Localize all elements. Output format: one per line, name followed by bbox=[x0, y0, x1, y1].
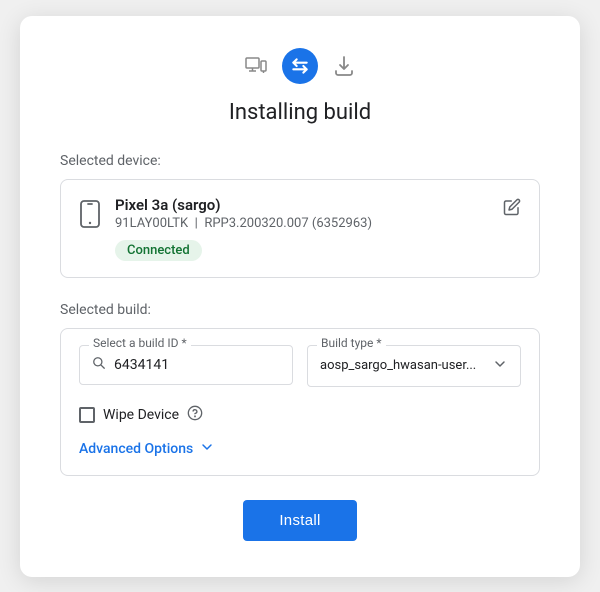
build-type-field[interactable]: Build type * aosp_sargo_hwasan-user... bbox=[307, 345, 521, 387]
build-section-label: Selected build: bbox=[60, 302, 540, 318]
device-separator: | bbox=[191, 216, 204, 231]
device-info: Pixel 3a (sargo) 91LAY00LTK | RPP3.20032… bbox=[115, 196, 489, 261]
wipe-device-row: Wipe Device bbox=[79, 405, 521, 425]
help-icon[interactable] bbox=[187, 405, 203, 425]
advanced-options-label: Advanced Options bbox=[79, 441, 193, 457]
device-section-label: Selected device: bbox=[60, 153, 540, 169]
device-meta: 91LAY00LTK | RPP3.200320.007 (6352963) bbox=[115, 216, 489, 231]
build-id-input[interactable]: 6434141 bbox=[79, 345, 293, 385]
dropdown-icon bbox=[492, 356, 508, 376]
device-build: RPP3.200320.007 (6352963) bbox=[204, 216, 372, 231]
build-type-select[interactable]: aosp_sargo_hwasan-user... bbox=[307, 345, 521, 387]
chevron-down-icon bbox=[199, 439, 215, 459]
installing-build-dialog: Installing build Selected device: Pixel … bbox=[20, 16, 580, 577]
phone-icon bbox=[79, 200, 101, 234]
transfer-step-icon bbox=[282, 48, 318, 84]
page-title: Installing build bbox=[60, 100, 540, 125]
build-type-value: aosp_sargo_hwasan-user... bbox=[320, 358, 476, 373]
device-card: Pixel 3a (sargo) 91LAY00LTK | RPP3.20032… bbox=[60, 179, 540, 278]
build-type-label: Build type * bbox=[317, 336, 386, 350]
build-id-label: Select a build ID * bbox=[89, 336, 191, 350]
build-id-value: 6434141 bbox=[114, 357, 169, 373]
device-name: Pixel 3a (sargo) bbox=[115, 196, 489, 214]
connected-badge: Connected bbox=[115, 240, 202, 261]
wipe-device-checkbox[interactable] bbox=[79, 407, 95, 423]
stepper bbox=[60, 48, 540, 84]
download-step-icon bbox=[326, 48, 362, 84]
device-step-icon bbox=[238, 48, 274, 84]
edit-icon[interactable] bbox=[503, 198, 521, 221]
wipe-device-label: Wipe Device bbox=[103, 407, 179, 423]
install-button[interactable]: Install bbox=[243, 500, 356, 541]
build-card: Select a build ID * 6434141 Build type *… bbox=[60, 328, 540, 476]
build-id-field[interactable]: Select a build ID * 6434141 bbox=[79, 345, 293, 387]
advanced-options-toggle[interactable]: Advanced Options bbox=[79, 439, 521, 459]
device-id: 91LAY00LTK bbox=[115, 216, 188, 231]
search-icon bbox=[92, 356, 106, 374]
build-row: Select a build ID * 6434141 Build type *… bbox=[79, 345, 521, 387]
